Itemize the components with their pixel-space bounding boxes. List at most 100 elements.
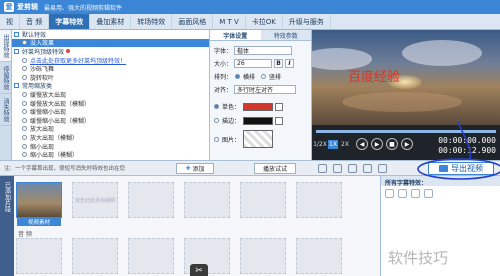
menu-tab-3[interactable]: 叠加素材 (90, 14, 132, 29)
play-button[interactable]: ▶ (371, 138, 383, 150)
next-frame-icon[interactable]: ▶ (401, 138, 413, 150)
menu-tab-8[interactable]: 升级与服务 (283, 14, 331, 29)
speed-normal-button[interactable]: 1X (328, 140, 338, 149)
size-select[interactable]: 26 (234, 59, 273, 68)
effect-group[interactable]: 好莱坞顶级特效 (12, 47, 209, 56)
bold-button[interactable]: B (274, 59, 284, 68)
effect-type-tab-0[interactable]: 出现特效 (0, 30, 11, 62)
align-select[interactable]: 多行时左对齐 (234, 85, 297, 94)
effect-item[interactable]: 点击此处获取更多好莱坞顶级特效！ (12, 56, 209, 65)
audio-clip-slot[interactable] (240, 238, 286, 274)
size-label: 大小： (214, 61, 233, 68)
effect-radio[interactable] (22, 74, 27, 80)
menu-tab-4[interactable]: 转场特效 (131, 14, 173, 29)
effect-radio[interactable] (22, 100, 27, 106)
timeline-side-tab[interactable]: 已添加片段 (0, 176, 14, 276)
effect-radio[interactable] (22, 152, 27, 158)
effect-item[interactable]: 旋转软叶 (12, 73, 209, 82)
vertical-radio[interactable] (261, 74, 267, 79)
horizontal-radio[interactable] (235, 74, 241, 79)
effect-item[interactable]: 缓慢缩小出现 (12, 107, 209, 116)
group-checkbox[interactable] (14, 31, 19, 37)
audio-clip-slot[interactable] (128, 238, 174, 274)
export-label: 导出视频 (451, 164, 483, 173)
fullscreen-icon[interactable] (318, 164, 327, 173)
effect-radio[interactable] (22, 40, 27, 46)
stroke-color-picker-icon[interactable] (275, 116, 284, 125)
move-up-icon[interactable] (411, 189, 420, 198)
seek-bar[interactable] (316, 130, 496, 133)
stroke-radio[interactable] (214, 118, 219, 123)
delete-icon[interactable] (398, 189, 407, 198)
empty-clip-slot[interactable] (240, 182, 286, 218)
menu-tab-0[interactable]: 视 (0, 14, 20, 29)
align-label: 对齐： (214, 87, 233, 94)
image-preview[interactable] (243, 130, 274, 148)
vertical-option-label: 竖排 (269, 74, 282, 81)
italic-button[interactable]: I (285, 59, 295, 68)
group-checkbox[interactable] (14, 48, 19, 54)
layout-label: 排列： (214, 74, 233, 81)
effect-item[interactable]: 缓慢放大出现（模糊） (12, 99, 209, 108)
effect-radio[interactable] (22, 126, 27, 132)
settings-icon[interactable] (348, 164, 357, 173)
volume-icon[interactable] (363, 164, 372, 173)
group-checkbox[interactable] (14, 83, 19, 89)
effect-item[interactable]: 缓慢放大出现 (12, 90, 209, 99)
font-select[interactable]: 楷体 (234, 46, 293, 55)
effect-radio[interactable] (22, 134, 27, 140)
menu-tab-7[interactable]: 卡拉OK (246, 14, 283, 29)
move-down-icon[interactable] (424, 189, 433, 198)
effect-item[interactable]: 缩小出现（模糊） (12, 150, 209, 159)
effect-type-tab-2[interactable]: 消失特效 (0, 94, 11, 126)
snapshot-icon[interactable] (333, 164, 342, 173)
effect-item[interactable]: 缓慢缩小出现（模糊） (12, 116, 209, 125)
effect-type-tab-1[interactable]: 停留特效 (0, 62, 11, 94)
effect-radio[interactable] (22, 91, 27, 97)
main-menu-bar: 视音 频字幕特效 叠加素材 转场特效 画面风格 M T V 卡拉OK 升级与服务 (0, 14, 500, 30)
play-preview-button[interactable]: 播放试试 (254, 163, 296, 174)
empty-clip-slot[interactable] (184, 182, 230, 218)
text-color-picker-icon[interactable] (275, 102, 284, 111)
effect-item[interactable]: 没入效果 (12, 38, 209, 47)
effect-group[interactable]: 常用缩放类 (12, 82, 209, 90)
prev-frame-icon[interactable]: ◀ (356, 138, 368, 150)
empty-clip-slot[interactable] (296, 182, 342, 218)
tab-font-settings[interactable]: 字体设置 (210, 30, 261, 40)
effect-item[interactable]: 放大出现 (12, 125, 209, 133)
audio-clip-slot[interactable] (72, 238, 118, 274)
stroke-color-swatch[interactable] (243, 116, 274, 125)
export-video-button[interactable]: 导出视频 (428, 162, 494, 175)
stop-button[interactable]: ■ (386, 138, 398, 150)
effect-item[interactable]: 缩小出现 (12, 142, 209, 151)
audio-clip-slot[interactable] (296, 238, 342, 274)
effect-group[interactable]: 默认特效 (12, 30, 209, 39)
effect-item[interactable]: 沙砾飞舞 (12, 64, 209, 73)
empty-clip-slot[interactable]: 双击此处添加视频 (72, 182, 118, 218)
effect-radio[interactable] (22, 143, 27, 149)
text-color-swatch[interactable] (243, 102, 274, 111)
speed-double-button[interactable]: 2X (340, 140, 350, 149)
effect-item[interactable]: 放大出现（模糊） (12, 133, 209, 142)
tab-effect-params[interactable]: 特效参数 (260, 30, 311, 40)
menu-tab-2[interactable]: 字幕特效 (49, 14, 91, 29)
video-clip[interactable]: 视频素材 (16, 182, 62, 226)
effect-radio[interactable] (22, 117, 27, 123)
empty-clip-slot[interactable] (128, 182, 174, 218)
menu-tab-6[interactable]: M T V (213, 14, 246, 29)
audio-clip-slot[interactable] (16, 238, 62, 274)
effect-radio[interactable] (22, 109, 27, 115)
menu-tab-5[interactable]: 画面风格 (172, 14, 214, 29)
menu-tab-1[interactable]: 音 频 (20, 14, 50, 29)
cloud-shape (402, 40, 482, 66)
scissors-icon[interactable]: ✂ (190, 264, 208, 276)
add-subtitle-button[interactable]: ✚ 添加 (176, 163, 214, 174)
effect-radio[interactable] (22, 57, 27, 63)
zoom-icon[interactable] (378, 164, 387, 173)
film-icon (439, 165, 448, 172)
edit-icon[interactable] (385, 189, 394, 198)
speed-half-button[interactable]: 1/2X (313, 140, 327, 149)
effect-radio[interactable] (22, 66, 27, 72)
single-color-radio[interactable] (214, 104, 219, 109)
image-radio[interactable] (214, 136, 219, 142)
